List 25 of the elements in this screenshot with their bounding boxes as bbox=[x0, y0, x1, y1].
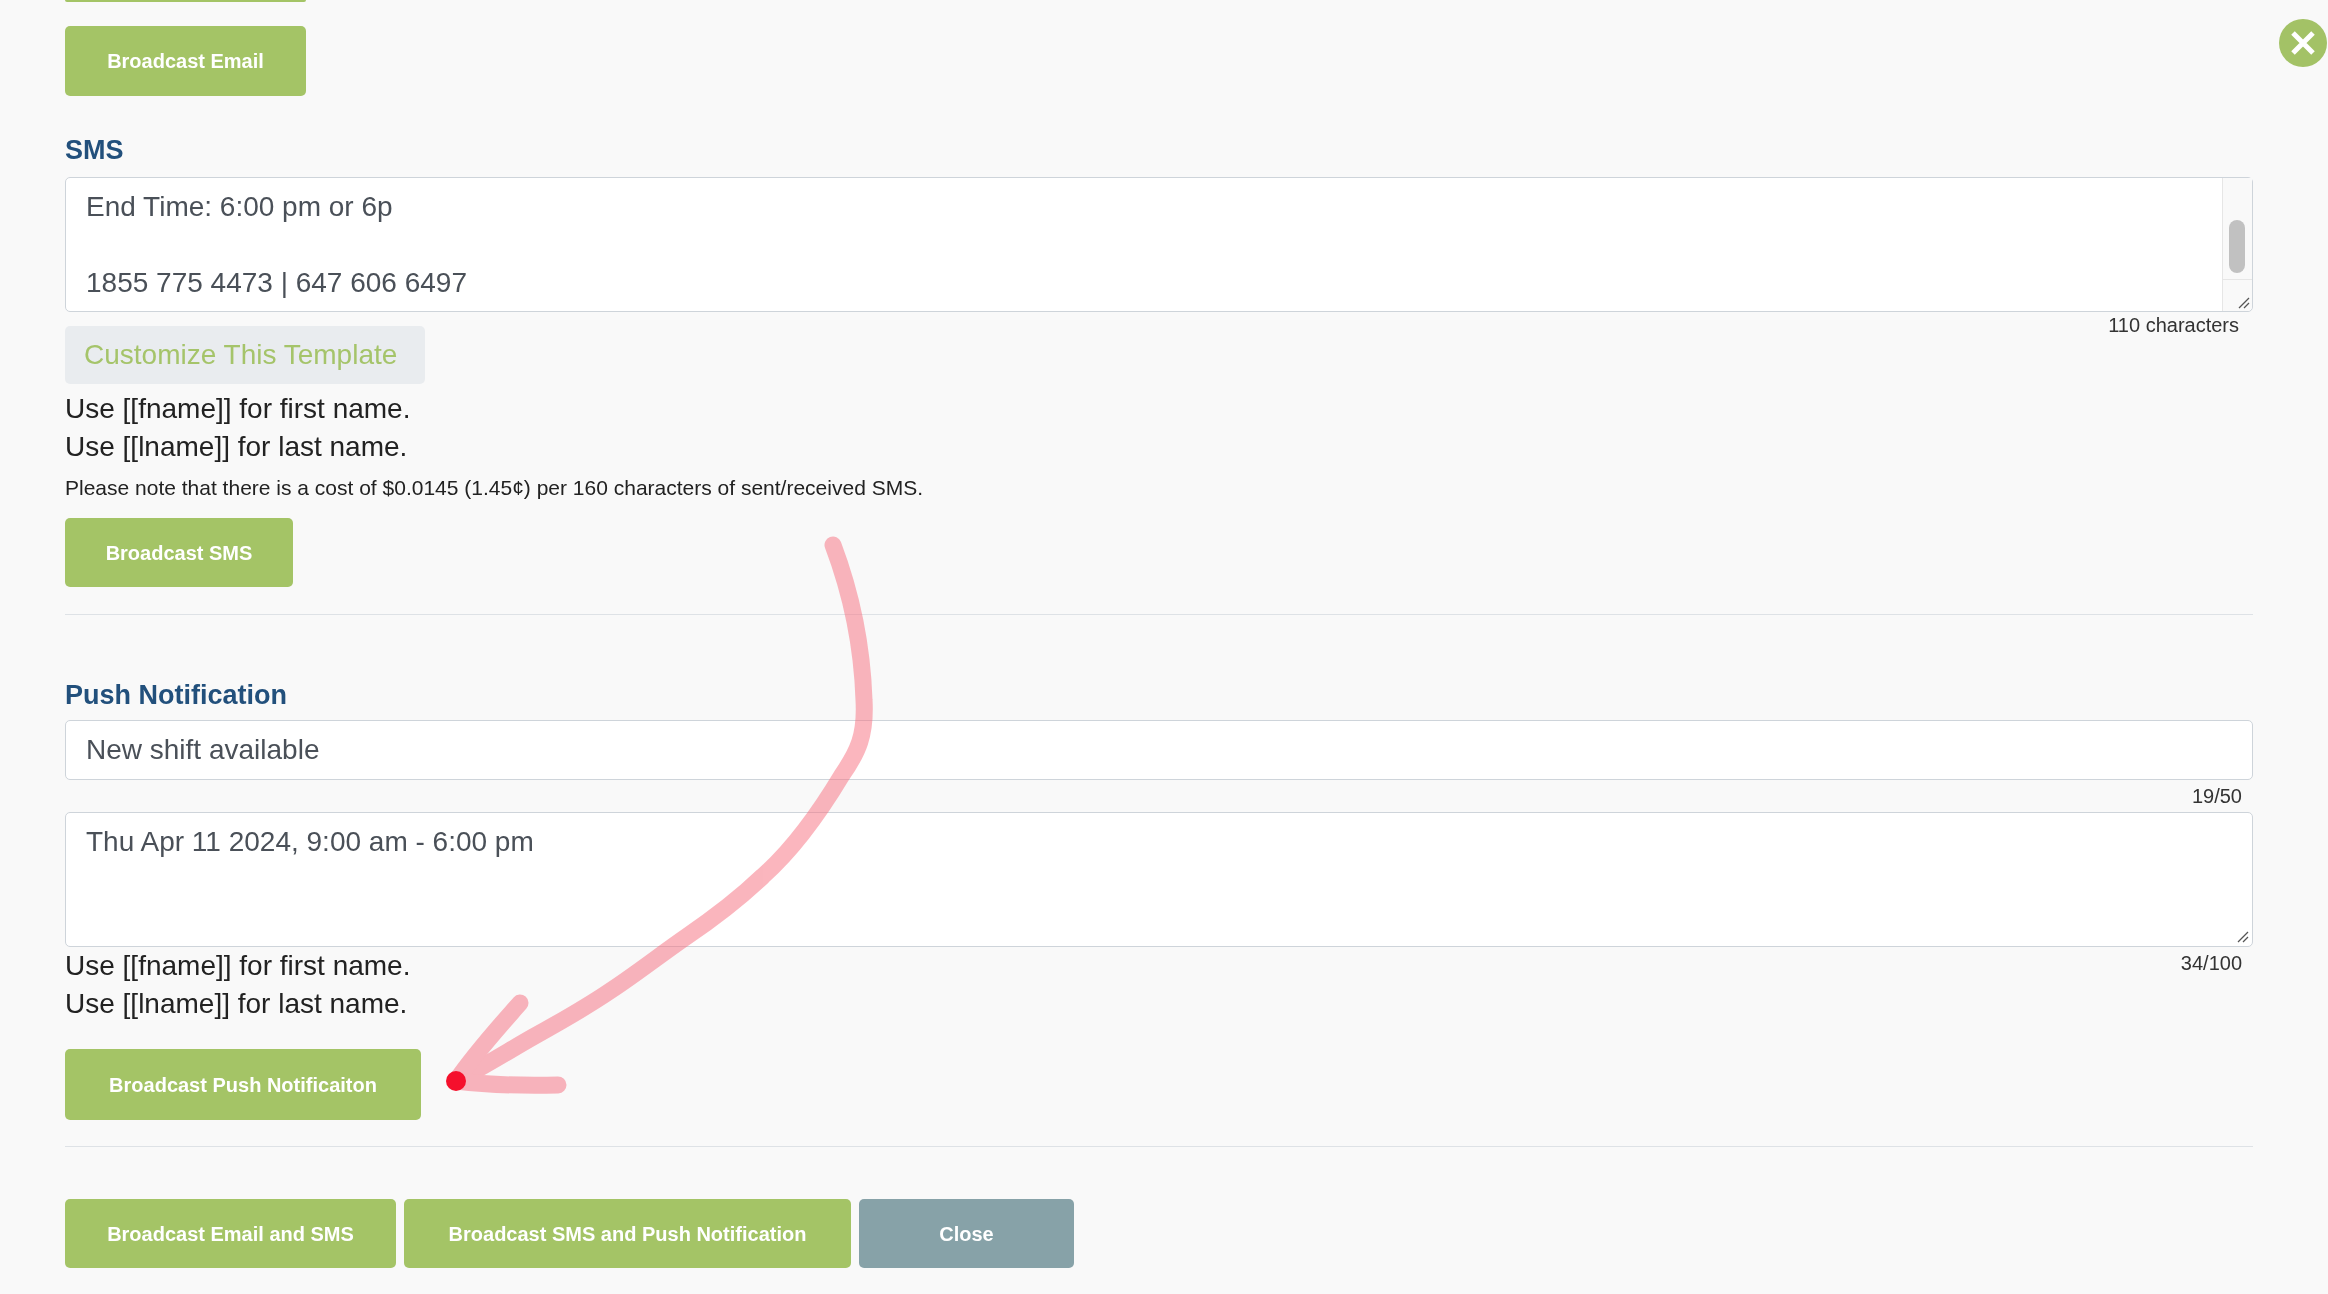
notification-body-field[interactable]: Thu Apr 11 2024, 9:00 am - 6:00 pm bbox=[65, 812, 2253, 947]
character-count: 34/100 bbox=[2180, 951, 2242, 976]
hint-text: Use [[fname]] for first name. bbox=[65, 392, 411, 426]
character-count: 110 characters bbox=[2108, 313, 2240, 338]
notification-title-field[interactable]: New shift available bbox=[65, 720, 2253, 780]
resize-handle-icon[interactable] bbox=[2238, 297, 2250, 309]
close-icon bbox=[2279, 19, 2327, 67]
section-heading: Push Notification bbox=[65, 679, 287, 712]
footer-button[interactable]: Broadcast Email and SMS bbox=[65, 1199, 396, 1268]
broadcast-email-button[interactable]: Broadcast Email bbox=[65, 26, 306, 96]
broadcast-push-button[interactable]: Broadcast Push Notificaiton bbox=[65, 1049, 421, 1120]
hint-text: Use [[lname]] for last name. bbox=[65, 430, 408, 464]
hint-text: Use [[fname]] for first name. bbox=[65, 949, 411, 983]
footer-button[interactable]: Broadcast SMS and Push Notification bbox=[404, 1199, 851, 1268]
close-button[interactable] bbox=[2279, 19, 2327, 67]
customize-template-button[interactable]: Customize This Template bbox=[65, 326, 425, 384]
section-heading: SMS bbox=[65, 134, 124, 167]
broadcast-sms-button[interactable]: Broadcast SMS bbox=[65, 518, 293, 587]
scrollbar-thumb[interactable] bbox=[2229, 220, 2245, 273]
character-count: 19/50 bbox=[2191, 784, 2242, 809]
hint-text: Use [[lname]] for last name. bbox=[65, 987, 408, 1021]
sms-message-field[interactable]: End Time: 6:00 pm or 6p 1855 775 4473 | 647 606 6497 bbox=[65, 177, 2253, 312]
footer-button[interactable]: Close bbox=[859, 1199, 1074, 1268]
cost-note: Please note that there is a cost of $0.0145 (1.45¢) per 160 characters of sent/received SMS. bbox=[65, 475, 923, 501]
resize-handle-icon[interactable] bbox=[2237, 931, 2249, 943]
